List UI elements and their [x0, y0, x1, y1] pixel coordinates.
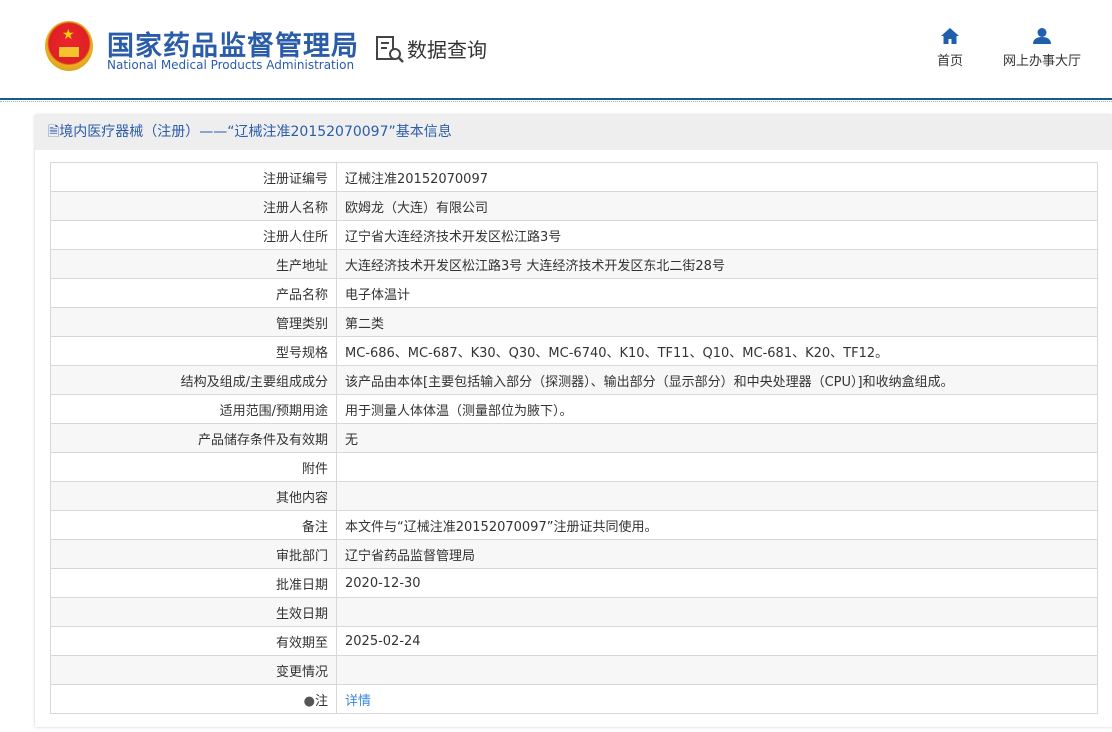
table-row: 生产地址 大连经济技术开发区松江路3号 大连经济技术开发区东北二街28号 — [50, 249, 1098, 279]
details-link[interactable]: 详情 — [345, 694, 371, 709]
detail-panel: 🗎境内医疗器械（注册）——“辽械注准20152070097”基本信息 注册证编号… — [35, 115, 1112, 727]
panel-title-text: 境内医疗器械（注册）——“辽械注准20152070097”基本信息 — [59, 124, 452, 140]
field-value: 该产品由本体[主要包括输入部分（探测器）、输出部分（显示部分）和中央处理器（CP… — [336, 365, 1098, 395]
home-icon — [941, 28, 959, 44]
field-label: 型号规格 — [50, 336, 337, 366]
user-icon — [1033, 28, 1051, 44]
field-label: 生产地址 — [50, 249, 337, 279]
data-query-label: 数据查询 — [407, 38, 487, 62]
field-value — [336, 597, 1098, 627]
field-label: 注册人名称 — [50, 191, 337, 221]
logo-subtitle: National Medical Products Administration — [107, 58, 355, 72]
table-row: 产品储存条件及有效期无 — [50, 423, 1098, 453]
table-row: 附件 — [50, 452, 1098, 482]
field-value: MC-686、MC-687、K30、Q30、MC-6740、K10、TF11、Q… — [336, 336, 1098, 366]
field-value — [336, 655, 1098, 685]
field-value: 第二类 — [336, 307, 1098, 337]
field-value: 用于测量人体体温（测量部位为腋下）。 — [336, 394, 1098, 424]
field-value: 辽宁省大连经济技术开发区松江路3号 — [336, 220, 1098, 250]
field-label: 其他内容 — [50, 481, 337, 511]
field-label: 产品名称 — [50, 278, 337, 308]
field-value: 2025-02-24 — [336, 626, 1098, 656]
table-row: 其他内容 — [50, 481, 1098, 511]
table-row: 管理类别 第二类 — [50, 307, 1098, 337]
table-row: 变更情况 — [50, 655, 1098, 685]
table-row: 生效日期 — [50, 597, 1098, 627]
table-row: 注册证编号 辽械注准20152070097 — [50, 162, 1098, 192]
note-label: 注 — [314, 693, 328, 709]
table-row: 适用范围/预期用途 用于测量人体体温（测量部位为腋下）。 — [50, 394, 1098, 424]
field-label: 结构及组成/主要组成成分 — [50, 365, 337, 395]
table-row: 有效期至 2025-02-24 — [50, 626, 1098, 656]
table-row: 结构及组成/主要组成成分 该产品由本体[主要包括输入部分（探测器）、输出部分（显示… — [50, 365, 1098, 395]
table-row: 注册人住所 辽宁省大连经济技术开发区松江路3号 — [50, 220, 1098, 250]
field-value: 大连经济技术开发区松江路3号 大连经济技术开发区东北二街28号 — [336, 249, 1098, 279]
field-label: ●注 — [50, 684, 337, 714]
field-value — [336, 452, 1098, 482]
field-label: 生效日期 — [50, 597, 337, 627]
detail-table: 注册证编号 辽械注准20152070097 注册人名称 欧姆龙（大连）有限公司 注册人住… — [50, 162, 1098, 714]
field-value: 电子体温计 — [336, 278, 1098, 308]
field-label: 注册证编号 — [50, 162, 337, 192]
nav-online-hall[interactable]: 网上办事大厅 — [1003, 28, 1081, 69]
bulb-icon: ● — [303, 693, 315, 709]
field-value: 2020-12-30 — [336, 568, 1098, 598]
national-emblem-logo: ★ — [45, 21, 93, 71]
nav-online-hall-label: 网上办事大厅 — [1003, 54, 1082, 69]
nav-home[interactable]: 首页 — [937, 28, 963, 69]
field-value: 辽械注准20152070097 — [336, 162, 1098, 192]
field-label: 备注 — [50, 510, 337, 540]
note-row: ●注 详情 — [50, 684, 1098, 714]
table-row: 审批部门 辽宁省药品监督管理局 — [50, 539, 1098, 569]
field-value: 无 — [336, 423, 1098, 453]
document-search-icon — [376, 35, 404, 63]
field-label: 注册人住所 — [50, 220, 337, 250]
data-query-heading: 数据查询 — [375, 34, 487, 63]
field-label: 变更情况 — [50, 655, 337, 685]
site-header: ★ 国家药品监督管理局 National Medical Products Ad… — [0, 0, 1112, 102]
field-label: 管理类别 — [50, 307, 337, 337]
table-row: 批准日期 2020-12-30 — [50, 568, 1098, 598]
table-row: 型号规格 MC-686、MC-687、K30、Q30、MC-6740、K10、TF… — [50, 336, 1098, 366]
table-row: 备注 本文件与“辽械注准20152070097”注册证共同使用。 — [50, 510, 1098, 540]
field-label: 有效期至 — [50, 626, 337, 656]
table-row: 产品名称 电子体温计 — [50, 278, 1098, 308]
field-label: 适用范围/预期用途 — [50, 394, 337, 424]
field-label: 附件 — [50, 452, 337, 482]
nav-home-label: 首页 — [937, 54, 964, 69]
field-value: 辽宁省药品监督管理局 — [336, 539, 1098, 569]
field-value: 详情 — [336, 684, 1098, 714]
field-value: 本文件与“辽械注准20152070097”注册证共同使用。 — [336, 510, 1098, 540]
panel-title: 🗎境内医疗器械（注册）——“辽械注准20152070097”基本信息 — [35, 115, 1112, 150]
field-label: 批准日期 — [50, 568, 337, 598]
field-value: 欧姆龙（大连）有限公司 — [336, 191, 1098, 221]
field-value — [336, 481, 1098, 511]
document-icon: 🗎 — [48, 124, 60, 140]
table-row: 注册人名称 欧姆龙（大连）有限公司 — [50, 191, 1098, 221]
field-label: 审批部门 — [50, 539, 337, 569]
field-label: 产品储存条件及有效期 — [50, 423, 337, 453]
